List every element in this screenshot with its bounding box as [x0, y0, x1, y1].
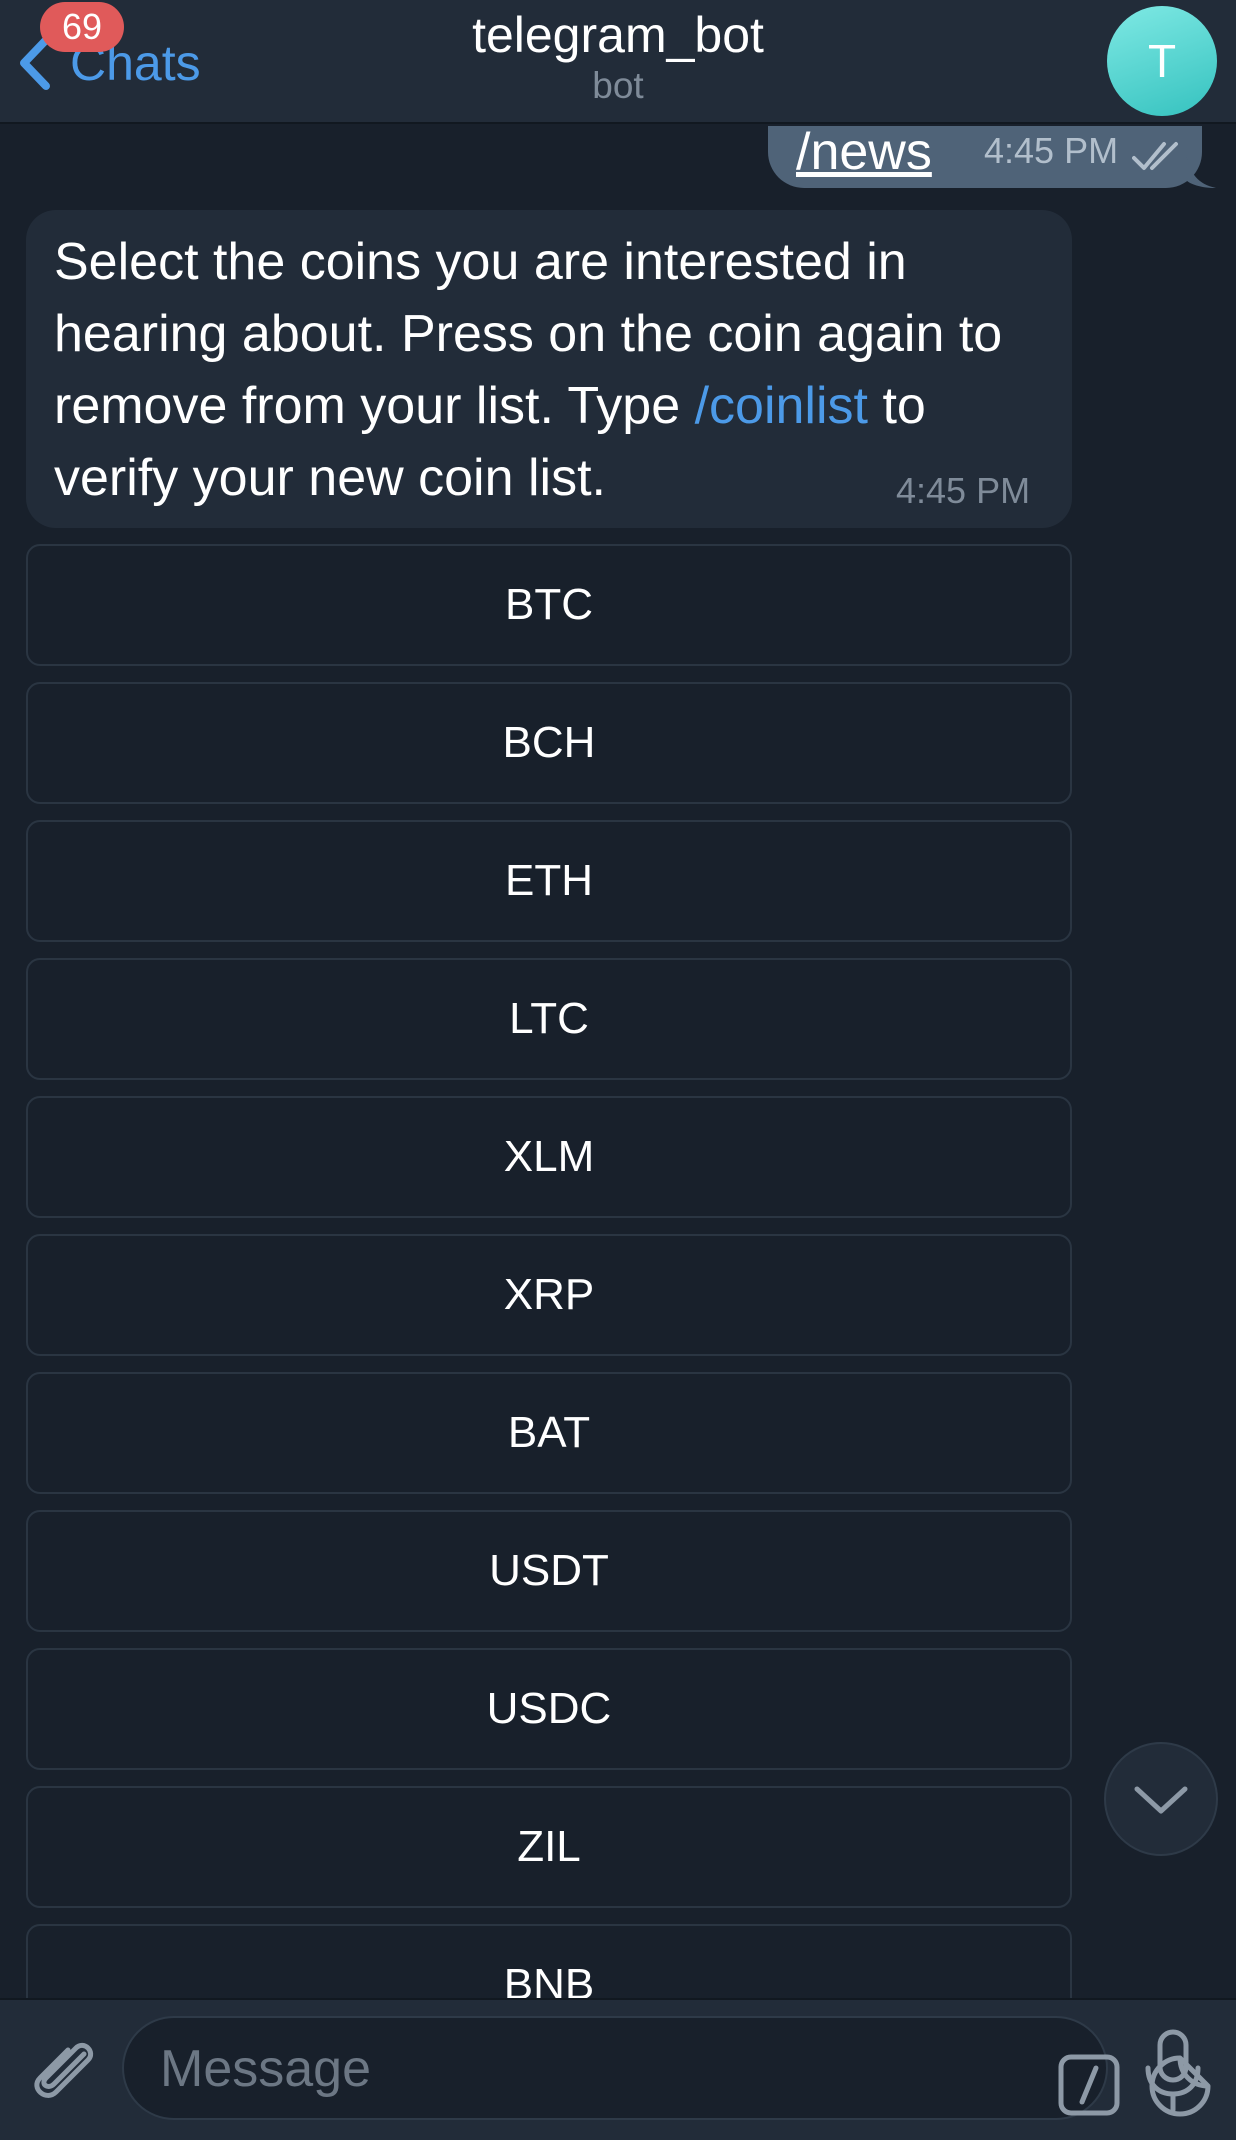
incoming-message-time: 4:45 PM [896, 470, 1031, 511]
coin-button-xlm[interactable]: XLM [26, 1096, 1072, 1218]
message-input-container [122, 2016, 1211, 2120]
bubble-tail [1186, 154, 1216, 188]
unread-badge: 69 [40, 2, 124, 52]
message-list[interactable]: /news 4:45 PM Select the coins you are i… [0, 126, 1236, 1998]
coin-button-bch[interactable]: BCH [26, 682, 1072, 804]
scroll-down-button[interactable] [1104, 1742, 1218, 1856]
coin-button-xrp[interactable]: XRP [26, 1234, 1072, 1356]
avatar[interactable]: T [1107, 6, 1217, 116]
chat-header: Chats 69 telegram_bot bot T [0, 0, 1236, 124]
coinlist-command-link[interactable]: /coinlist [695, 377, 868, 435]
coin-button-zil[interactable]: ZIL [26, 1786, 1072, 1908]
composer-bar [0, 1998, 1236, 2140]
coin-button-bnb[interactable]: BNB [26, 1924, 1072, 1998]
coin-button-bat[interactable]: BAT [26, 1372, 1072, 1494]
slash-command-icon[interactable] [1058, 2054, 1120, 2116]
outgoing-message-text[interactable]: /news [796, 126, 932, 182]
message-input[interactable] [160, 2034, 940, 2104]
coin-button-ltc[interactable]: LTC [26, 958, 1072, 1080]
microphone-icon[interactable] [1138, 2028, 1208, 2114]
paperclip-icon[interactable] [26, 2032, 106, 2112]
coin-button-usdc[interactable]: USDC [26, 1648, 1072, 1770]
outgoing-message-time: 4:45 PM [984, 130, 1119, 171]
chevron-down-icon [1134, 1786, 1188, 1814]
coin-button-eth[interactable]: ETH [26, 820, 1072, 942]
coin-button-usdt[interactable]: USDT [26, 1510, 1072, 1632]
coin-button-btc[interactable]: BTC [26, 544, 1072, 666]
double-check-icon [1132, 142, 1178, 170]
